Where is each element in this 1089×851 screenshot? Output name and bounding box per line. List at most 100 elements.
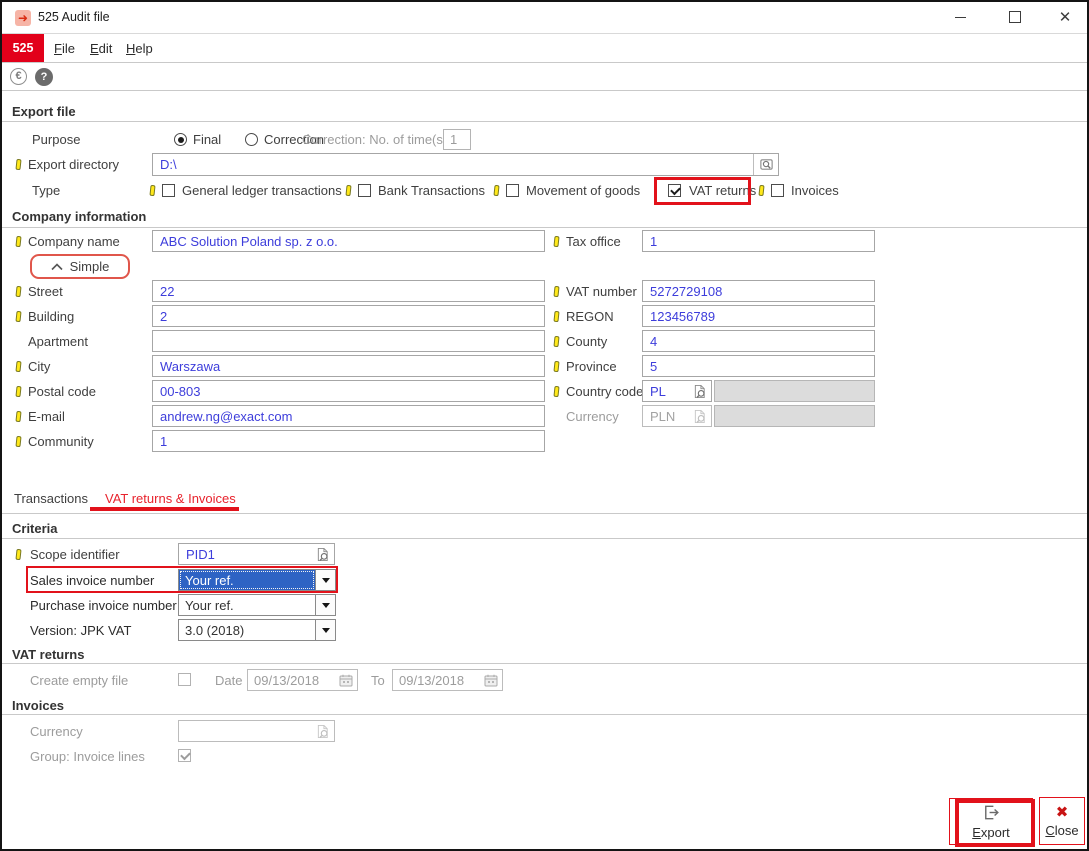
correction-times-field[interactable]: 1	[443, 129, 471, 150]
checkbox-create-empty-file[interactable]	[178, 673, 191, 686]
to-label: To	[371, 673, 385, 688]
radio-correction[interactable]	[245, 133, 258, 146]
checkbox-vat-returns-label[interactable]: VAT returns	[689, 183, 756, 198]
company-name-label: Company name	[28, 234, 120, 249]
type-label: Type	[32, 183, 60, 198]
currency-disabled-area	[714, 405, 875, 427]
export-button[interactable]: Export	[949, 798, 1033, 845]
mandatory-marker	[553, 286, 559, 297]
postal-code-field[interactable]: 00-803	[152, 380, 545, 402]
country-code-field[interactable]: PL	[642, 380, 712, 402]
app-arrow-icon: ➜	[15, 10, 31, 26]
mandatory-marker	[553, 386, 559, 397]
county-field[interactable]: 4	[642, 330, 875, 352]
checkbox-general-ledger-label[interactable]: General ledger transactions	[182, 183, 342, 198]
menu-file[interactable]: File	[54, 41, 75, 56]
apartment-field[interactable]	[152, 330, 545, 352]
menu-edit[interactable]: Edit	[90, 41, 112, 56]
mandatory-marker	[553, 361, 559, 372]
building-field[interactable]: 2	[152, 305, 545, 327]
correction-times-label: Correction: No. of time(s)	[302, 132, 447, 147]
province-field[interactable]: 5	[642, 355, 875, 377]
checkbox-invoices-label[interactable]: Invoices	[791, 183, 839, 198]
date-from-field: 09/13/2018	[247, 669, 358, 691]
checkbox-movement-goods[interactable]	[506, 184, 519, 197]
vat-number-label: VAT number	[566, 284, 637, 299]
currency-label: Currency	[566, 409, 619, 424]
country-code-label: Country code	[566, 384, 643, 399]
radio-final[interactable]	[174, 133, 187, 146]
checkbox-invoices[interactable]	[771, 184, 784, 197]
menu-help[interactable]: Help	[126, 41, 153, 56]
mandatory-marker	[553, 336, 559, 347]
maximize-icon	[1009, 11, 1021, 23]
section-invoices: Invoices	[12, 698, 64, 713]
tab-vat-returns-invoices[interactable]: VAT returns & Invoices	[105, 491, 236, 506]
export-button-label: Export	[972, 825, 1010, 840]
postal-code-label: Postal code	[28, 384, 96, 399]
create-empty-file-label: Create empty file	[30, 673, 128, 688]
invoice-currency-label: Currency	[30, 724, 83, 739]
checkbox-movement-goods-label[interactable]: Movement of goods	[526, 183, 640, 198]
euro-icon[interactable]: €	[10, 68, 27, 85]
export-directory-label: Export directory	[28, 157, 119, 172]
mandatory-marker	[493, 185, 499, 196]
province-label: Province	[566, 359, 617, 374]
purpose-label: Purpose	[32, 132, 80, 147]
help-icon[interactable]: ?	[35, 68, 53, 86]
calendar-icon	[480, 670, 502, 690]
lookup-icon[interactable]	[312, 544, 334, 564]
sales-invoice-number-label: Sales invoice number	[30, 573, 154, 588]
checkbox-group-invoice-lines[interactable]	[178, 749, 191, 762]
dropdown-arrow-icon[interactable]	[315, 595, 335, 615]
mandatory-marker	[149, 185, 155, 196]
maximize-button[interactable]	[995, 2, 1035, 32]
minimize-icon	[955, 17, 966, 18]
mandatory-marker	[15, 236, 21, 247]
export-icon	[981, 803, 1001, 822]
divider	[2, 121, 1087, 122]
dropdown-arrow-icon[interactable]	[315, 620, 335, 640]
purchase-invoice-number-dropdown[interactable]: Your ref.	[178, 594, 336, 616]
scope-identifier-field[interactable]: PID1	[178, 543, 335, 565]
email-label: E-mail	[28, 409, 65, 424]
tab-transactions[interactable]: Transactions	[14, 491, 88, 506]
city-label: City	[28, 359, 50, 374]
checkbox-bank-transactions[interactable]	[358, 184, 371, 197]
lookup-icon-disabled	[312, 721, 334, 741]
simple-toggle-button[interactable]: Simple	[30, 254, 130, 279]
close-button[interactable]: ✖ Close	[1039, 797, 1085, 845]
email-field[interactable]: andrew.ng@exact.com	[152, 405, 545, 427]
street-label: Street	[28, 284, 63, 299]
mandatory-marker	[553, 236, 559, 247]
menu-bar: 525 File Edit Help	[2, 34, 1087, 63]
section-criteria: Criteria	[12, 521, 58, 536]
community-label: Community	[28, 434, 94, 449]
version-jpk-vat-dropdown[interactable]: 3.0 (2018)	[178, 619, 336, 641]
divider	[2, 513, 1087, 514]
checkbox-vat-returns[interactable]	[668, 184, 681, 197]
close-window-button[interactable]: ✕	[1045, 2, 1085, 32]
export-directory-field[interactable]: D:\	[152, 153, 779, 176]
active-tab-underline	[90, 507, 239, 511]
sales-invoice-number-dropdown[interactable]: Your ref.	[178, 569, 336, 591]
minimize-button[interactable]	[940, 2, 980, 32]
company-name-field[interactable]: ABC Solution Poland sp. z o.o.	[152, 230, 545, 252]
mandatory-marker	[15, 549, 21, 560]
vat-number-field[interactable]: 5272729108	[642, 280, 875, 302]
mandatory-marker	[15, 286, 21, 297]
checkbox-general-ledger[interactable]	[162, 184, 175, 197]
mandatory-marker	[15, 311, 21, 322]
browse-folder-icon[interactable]	[753, 154, 778, 175]
regon-field[interactable]: 123456789	[642, 305, 875, 327]
radio-final-label[interactable]: Final	[193, 132, 221, 147]
city-field[interactable]: Warszawa	[152, 355, 545, 377]
scope-identifier-label: Scope identifier	[30, 547, 120, 562]
community-field[interactable]: 1	[152, 430, 545, 452]
checkbox-bank-transactions-label[interactable]: Bank Transactions	[378, 183, 485, 198]
dropdown-arrow-icon[interactable]	[315, 570, 335, 590]
street-field[interactable]: 22	[152, 280, 545, 302]
tax-office-field[interactable]: 1	[642, 230, 875, 252]
mandatory-marker	[15, 361, 21, 372]
lookup-icon[interactable]	[689, 381, 711, 401]
